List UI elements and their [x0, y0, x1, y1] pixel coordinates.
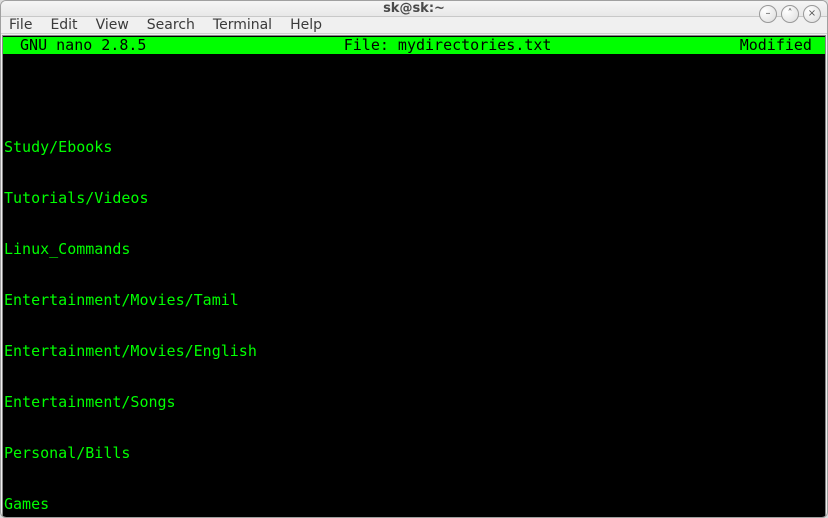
menu-edit[interactable]: Edit [50, 17, 77, 33]
terminal-area[interactable]: GNU nano 2.8.5 File: mydirectories.txt M… [2, 35, 826, 518]
nano-body[interactable]: Study/Ebooks Tutorials/Videos Linux_Comm… [3, 54, 825, 518]
minimize-button[interactable]: – [759, 5, 777, 23]
file-line: Study/Ebooks [4, 139, 824, 156]
menu-file[interactable]: File [9, 17, 32, 33]
maximize-icon: ˄ [788, 9, 793, 19]
nano-status: Modified [740, 37, 823, 54]
titlebar: sk@sk:~ – ˄ × [1, 1, 827, 17]
file-line: Linux_Commands [4, 241, 824, 258]
file-line: Entertainment/Movies/Tamil [4, 292, 824, 309]
terminal-window: sk@sk:~ – ˄ × File Edit View Search Term… [0, 0, 828, 518]
nano-file-label: File: mydirectories.txt [156, 37, 740, 54]
menu-view[interactable]: View [96, 17, 129, 33]
file-line: Personal/Bills [4, 445, 824, 462]
window-controls: – ˄ × [759, 5, 821, 23]
nano-version: GNU nano 2.8.5 [5, 37, 156, 54]
maximize-button[interactable]: ˄ [781, 5, 799, 23]
close-button[interactable]: × [803, 5, 821, 23]
menu-search[interactable]: Search [147, 17, 195, 33]
menu-help[interactable]: Help [290, 17, 322, 33]
close-icon: × [808, 9, 816, 19]
minimize-icon: – [766, 9, 771, 19]
menu-terminal[interactable]: Terminal [213, 17, 272, 33]
file-line: Entertainment/Movies/English [4, 343, 824, 360]
file-line: Tutorials/Videos [4, 190, 824, 207]
nano-header: GNU nano 2.8.5 File: mydirectories.txt M… [3, 37, 825, 54]
file-line: Games [4, 496, 824, 513]
menubar: File Edit View Search Terminal Help [1, 17, 827, 34]
file-line: Entertainment/Songs [4, 394, 824, 411]
blank-line [4, 88, 824, 105]
window-title: sk@sk:~ [383, 1, 445, 16]
